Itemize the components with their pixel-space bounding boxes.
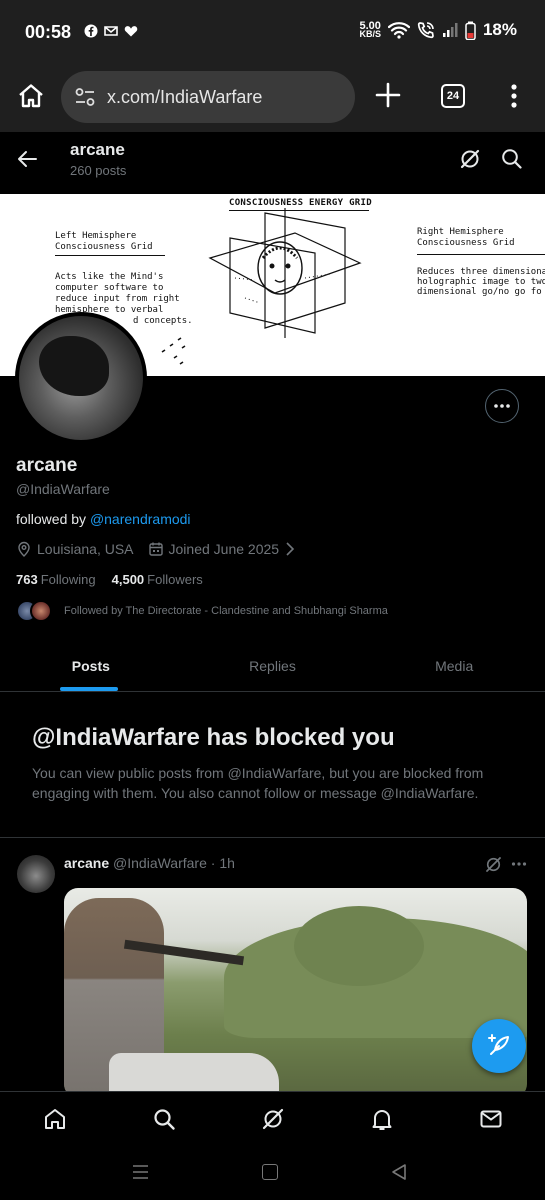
notification-icons [84,24,138,38]
status-bar: 00:58 5.00 KB/S 18% [0,0,545,64]
wifi-icon [387,22,410,39]
site-settings-icon[interactable] [75,88,95,106]
wifi-call-icon [417,22,434,39]
overflow-menu-icon[interactable] [506,82,522,110]
blocked-title: @IndiaWarfare has blocked you [32,724,395,751]
profile-location: Louisiana, USA [16,541,134,557]
url-text: x.com/IndiaWarfare [107,86,263,107]
banner-title: CONSCIOUSNESS ENERGY GRID [229,198,372,208]
home-icon[interactable] [17,82,45,110]
post-time[interactable]: 1h [219,855,235,871]
location-pin-icon [18,541,30,557]
search-icon[interactable] [152,1107,176,1131]
back-arrow-icon[interactable] [16,148,38,170]
battery-icon [465,21,476,40]
heart-icon [124,26,138,37]
post-header: arcane @IndiaWarfare · 1h [64,855,235,871]
recent-apps-icon[interactable] [132,1164,149,1180]
banner-birds [161,337,186,365]
grok-icon[interactable] [261,1107,285,1131]
topbar-name: arcane [70,140,125,159]
profile-name: arcane [16,455,78,476]
compose-post-button[interactable] [472,1019,526,1073]
followed-by-line: followed by @narendramodi [16,511,191,527]
profile-topbar: arcane 260 posts [0,132,545,194]
signal-icon [442,23,458,37]
mutual-followers[interactable]: Followed by The Directorate - Clandestin… [16,600,388,622]
tab-media[interactable]: Media [363,640,545,691]
consciousness-grid-illustration [208,208,362,338]
profile-meta: Louisiana, USA Joined June 2025 [16,541,317,557]
grok-icon[interactable] [485,856,502,873]
messages-icon[interactable] [479,1107,503,1131]
tab-posts[interactable]: Posts [0,640,182,691]
banner-right-heading: Right Hemisphere Consciousness Grid [417,227,515,248]
post-avatar[interactable] [17,855,55,893]
followers-link[interactable]: 4,500 Followers [112,572,203,587]
post-handle[interactable]: @IndiaWarfare [113,855,207,871]
calendar-icon [148,542,163,556]
home-icon[interactable] [43,1107,67,1131]
compose-feather-icon [488,1034,509,1055]
system-back-icon[interactable] [391,1163,407,1181]
profile-avatar[interactable] [15,312,147,444]
follow-stats: 763 Following 4,500 Followers [16,572,203,587]
more-options-button[interactable] [485,389,519,423]
search-icon[interactable] [501,148,522,169]
banner-left-rule [55,255,165,256]
grok-icon[interactable] [459,148,481,170]
notifications-icon[interactable] [370,1107,394,1131]
system-nav [0,1146,545,1200]
active-tab-indicator [60,687,118,691]
system-home-button[interactable] [262,1164,278,1180]
tab-switcher-button[interactable]: 24 [441,84,465,108]
banner-right-body: Reduces three dimensiona holographic ima… [417,267,545,297]
divider [0,837,545,838]
chevron-right-icon [286,542,295,556]
blocked-text: You can view public posts from @IndiaWar… [32,765,484,801]
status-right: 5.00 KB/S 18% [359,20,517,40]
facebook-icon [84,24,98,38]
net-speed: 5.00 KB/S [359,20,381,39]
post-author[interactable]: arcane [64,855,109,871]
status-time: 00:58 [25,22,72,42]
more-horizontal-icon[interactable] [511,856,527,872]
profile-handle: @IndiaWarfare [16,481,110,497]
mutual-avatar [30,600,52,622]
profile-tabs: Posts Replies Media [0,640,545,692]
post-media-image[interactable] [64,888,527,1098]
gmail-icon [104,26,118,36]
following-link[interactable]: 763 Following [16,572,96,587]
profile-joined[interactable]: Joined June 2025 [148,541,304,557]
followed-by-mention-link[interactable]: @narendramodi [90,511,191,527]
battery-percent: 18% [482,20,517,39]
topbar-posts-count: 260 posts [70,163,127,178]
banner-left-heading: Left Hemisphere Consciousness Grid [55,231,153,252]
url-bar[interactable]: x.com/IndiaWarfare [61,71,355,123]
browser-bar: x.com/IndiaWarfare 24 [0,64,545,132]
plus-icon[interactable] [374,81,402,109]
tab-replies[interactable]: Replies [182,640,364,691]
media-foliage [294,906,424,986]
mutual-avatars [16,600,56,622]
bottom-nav [0,1091,545,1146]
banner-right-rule [417,254,545,255]
more-horizontal-icon [494,404,510,408]
